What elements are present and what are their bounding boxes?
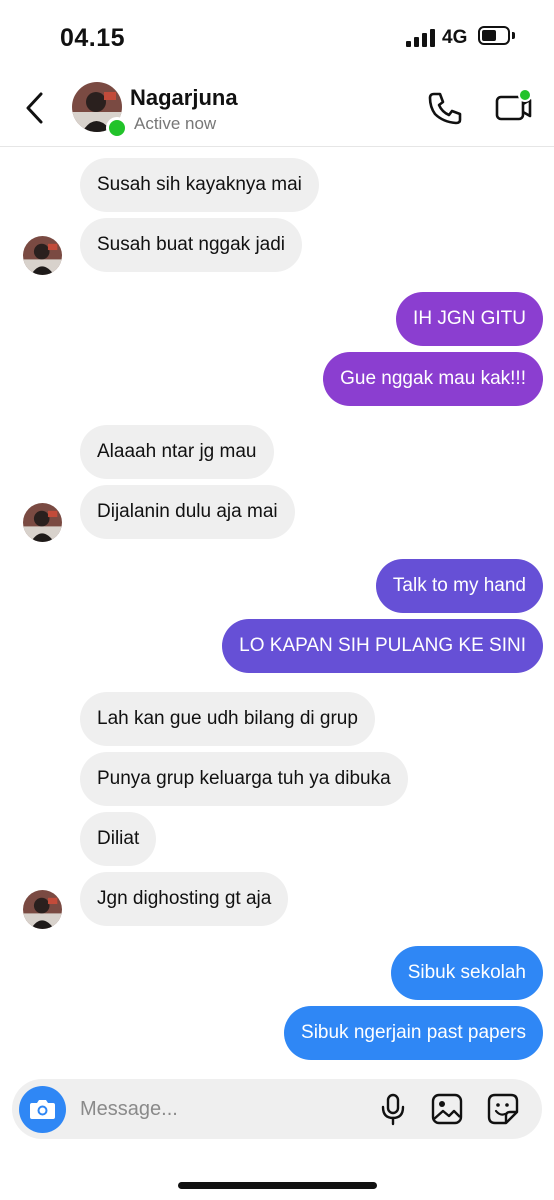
back-button[interactable] <box>18 86 54 130</box>
sender-avatar[interactable] <box>23 890 62 929</box>
message-composer <box>12 1079 542 1139</box>
gallery-icon <box>431 1093 463 1125</box>
incoming-message[interactable]: Susah sih kayaknya mai <box>80 158 319 212</box>
battery-icon <box>478 26 510 45</box>
status-bar: 04.15 4G <box>0 0 554 72</box>
contact-name[interactable]: Nagarjuna <box>130 85 238 111</box>
back-arrow-icon <box>26 92 43 124</box>
gallery-button[interactable] <box>430 1092 464 1126</box>
sticker-icon <box>487 1093 519 1125</box>
camera-button[interactable] <box>19 1086 66 1133</box>
sender-avatar[interactable] <box>23 503 62 542</box>
contact-status: Active now <box>134 114 217 133</box>
voice-call-button[interactable] <box>425 88 465 128</box>
online-indicator <box>106 117 128 139</box>
incoming-message[interactable]: Jgn dighosting gt aja <box>80 872 289 926</box>
message-input[interactable] <box>80 1079 360 1139</box>
incoming-message[interactable]: Lah kan gue udh bilang di grup <box>80 692 375 746</box>
video-camera-icon <box>495 88 532 121</box>
video-call-button[interactable] <box>494 88 534 128</box>
microphone-icon <box>381 1093 405 1126</box>
battery-nub <box>512 32 515 39</box>
phone-icon <box>428 92 462 125</box>
outgoing-message[interactable]: Talk to my hand <box>375 559 543 613</box>
incoming-message[interactable]: Dijalanin dulu aja mai <box>80 485 295 539</box>
outgoing-message[interactable]: Sibuk ngerjain past papers <box>284 1006 543 1060</box>
home-indicator[interactable] <box>178 1182 377 1189</box>
network-type: 4G <box>442 27 468 48</box>
outgoing-message[interactable]: LO KAPAN SIH PULANG KE SINI <box>222 619 543 673</box>
signal-strength-icon <box>406 29 436 47</box>
chat-header: Nagarjuna Active now <box>0 72 554 147</box>
incoming-message[interactable]: Alaaah ntar jg mau <box>80 425 274 479</box>
outgoing-message[interactable]: Gue nggak mau kak!!! <box>323 352 543 406</box>
sender-avatar[interactable] <box>23 236 62 275</box>
outgoing-message[interactable]: Sibuk sekolah <box>390 946 543 1000</box>
incoming-message[interactable]: Susah buat nggak jadi <box>80 218 303 272</box>
incoming-message[interactable]: Punya grup keluarga tuh ya dibuka <box>80 752 408 806</box>
microphone-button[interactable] <box>376 1092 410 1126</box>
incoming-message[interactable]: Diliat <box>80 812 157 866</box>
status-time: 04.15 <box>60 24 126 52</box>
camera-icon <box>30 1100 55 1119</box>
outgoing-message[interactable]: IH JGN GITU <box>396 292 543 346</box>
sticker-button[interactable] <box>486 1092 520 1126</box>
